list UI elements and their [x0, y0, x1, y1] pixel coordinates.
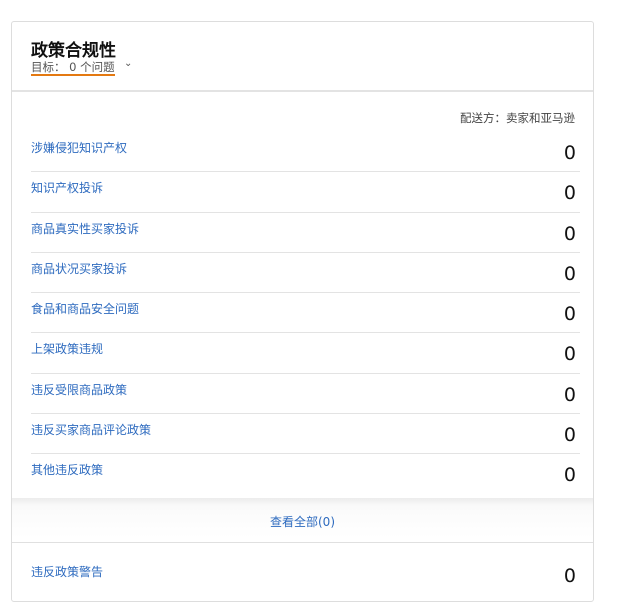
metric-link[interactable]: 违反买家商品评论政策 — [31, 421, 151, 438]
metric-link[interactable]: 知识产权投诉 — [31, 179, 103, 196]
card-title: 政策合规性 — [31, 41, 116, 61]
metric-row: 食品和商品安全问题 0 — [31, 293, 580, 334]
metric-row: 违反买家商品评论政策 0 — [31, 414, 580, 455]
metric-link[interactable]: 商品真实性买家投诉 — [31, 220, 139, 237]
fulfillment-label: 配送方：卖家和亚马逊 — [460, 111, 575, 125]
metric-row: 违反受限商品政策 0 — [31, 374, 580, 415]
metric-count: 0 — [563, 343, 576, 366]
card-header: 政策合规性 目标： 0 个问题 ⌄ — [12, 22, 593, 92]
metric-row: 上架政策违规 0 — [31, 333, 580, 374]
chevron-down-icon[interactable]: ⌄ — [124, 58, 132, 69]
metric-count: 0 — [563, 262, 576, 285]
metric-row: 涉嫌侵犯知识产权 0 — [31, 132, 580, 173]
metric-count: 0 — [563, 142, 576, 164]
view-all-bar: 查看全部(0) — [12, 498, 593, 543]
metric-link[interactable]: 违反受限商品政策 — [31, 381, 127, 398]
metric-count: 0 — [563, 303, 576, 326]
view-all-link[interactable]: 查看全部(0) — [270, 513, 335, 530]
metric-link[interactable]: 上架政策违规 — [31, 340, 103, 357]
metric-count: 0 — [563, 464, 576, 487]
metrics-list: 涉嫌侵犯知识产权 0 知识产权投诉 0 商品真实性买家投诉 0 商品状况买家投诉 0 食品和商品… — [31, 132, 580, 495]
metric-link[interactable]: 商品状况买家投诉 — [31, 260, 127, 277]
metric-row: 商品真实性买家投诉 0 — [31, 213, 580, 253]
metric-count: 0 — [563, 383, 576, 406]
metric-row: 知识产权投诉 0 — [31, 172, 580, 213]
policy-warnings-count: 0 — [563, 565, 576, 587]
policy-warnings-row: 违反政策警告 0 — [31, 543, 580, 601]
metric-count: 0 — [563, 424, 576, 447]
metric-row: 商品状况买家投诉 0 — [31, 253, 580, 294]
metric-link[interactable]: 食品和商品安全问题 — [31, 300, 139, 317]
metric-count: 0 — [563, 222, 576, 245]
policy-warnings-link[interactable]: 违反政策警告 — [31, 563, 103, 580]
policy-compliance-card: 政策合规性 目标： 0 个问题 ⌄ 配送方：卖家和亚马逊 涉嫌侵犯知识产权 0 知识… — [11, 21, 594, 602]
goal-dropdown[interactable]: 目标： 0 个问题 — [31, 60, 115, 76]
metric-row: 其他违反政策 0 — [31, 454, 580, 494]
metric-link[interactable]: 其他违反政策 — [31, 461, 103, 478]
metric-count: 0 — [563, 182, 576, 205]
metric-link[interactable]: 涉嫌侵犯知识产权 — [31, 139, 127, 156]
